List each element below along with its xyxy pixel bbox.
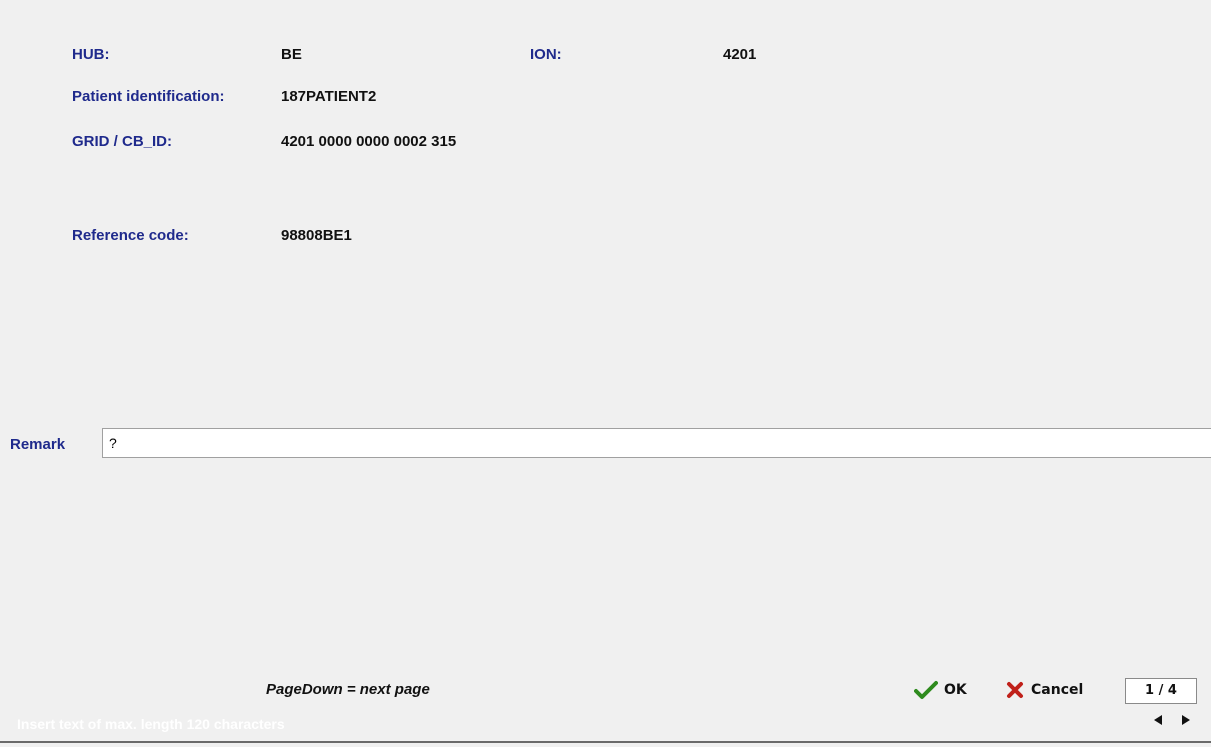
reference-code-value: 98808BE1: [281, 227, 352, 244]
cancel-button-label: Cancel: [1031, 682, 1084, 698]
ok-button[interactable]: OK: [914, 678, 967, 702]
hub-value: BE: [281, 46, 302, 63]
grid-cbid-value: 4201 0000 0000 0002 315: [281, 133, 457, 150]
divider: [0, 741, 1211, 743]
cancel-button[interactable]: Cancel: [1005, 678, 1083, 702]
form-panel: [0, 10, 1211, 747]
arrow-left-icon[interactable]: [1151, 713, 1165, 727]
remark-input[interactable]: ?: [102, 428, 1211, 458]
grid-cbid-label: GRID / CB_ID:: [72, 133, 173, 150]
ok-button-label: OK: [944, 682, 967, 698]
patient-id-value: 187PATIENT2: [281, 88, 377, 105]
patient-id-label: Patient identification:: [72, 88, 225, 105]
cross-icon: [1005, 680, 1025, 700]
page-indicator: 1 / 4: [1125, 678, 1197, 704]
status-text: Insert text of max. length 120 character…: [17, 716, 285, 732]
remark-label: Remark: [10, 436, 66, 453]
pagedown-hint: PageDown = next page: [266, 681, 430, 698]
reference-code-label: Reference code:: [72, 227, 189, 244]
hub-label: HUB:: [72, 46, 110, 63]
ion-value: 4201: [723, 46, 757, 63]
check-icon: [914, 680, 938, 700]
arrow-right-icon[interactable]: [1179, 713, 1193, 727]
ion-label: ION:: [530, 46, 562, 63]
